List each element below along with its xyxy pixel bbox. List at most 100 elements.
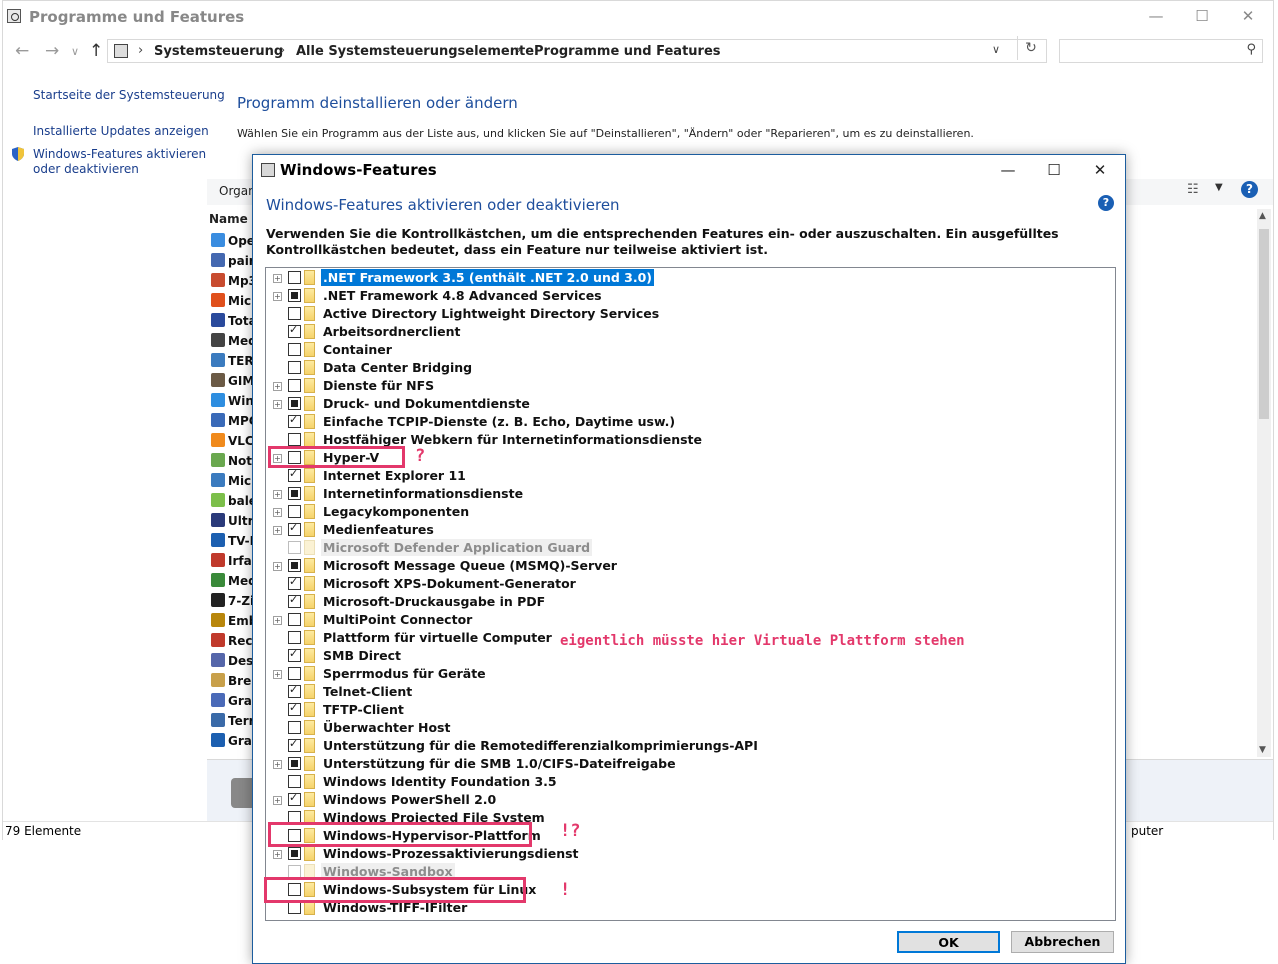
- up-arrow-icon[interactable]: ↑: [89, 41, 103, 61]
- feature-row[interactable]: Microsoft Defender Application Guard: [266, 539, 1106, 557]
- feature-row[interactable]: Internet Explorer 11: [266, 467, 1106, 485]
- forward-arrow-icon[interactable]: →: [45, 41, 59, 61]
- program-row[interactable]: Micr: [211, 473, 257, 491]
- feature-row[interactable]: + Dienste für NFS: [266, 377, 1106, 395]
- program-list-scrollbar[interactable]: ▲ ▼: [1257, 209, 1271, 757]
- help-icon[interactable]: ?: [1098, 195, 1114, 211]
- feature-row[interactable]: Einfache TCPIP-Dienste (z. B. Echo, Dayt…: [266, 413, 1106, 431]
- program-row[interactable]: Med: [211, 573, 257, 591]
- feature-checkbox[interactable]: [288, 667, 301, 680]
- feature-label[interactable]: MultiPoint Connector: [321, 611, 474, 628]
- feature-row[interactable]: Windows Identity Foundation 3.5: [266, 773, 1106, 791]
- feature-row[interactable]: Überwachter Host: [266, 719, 1106, 737]
- feature-row[interactable]: Microsoft-Druckausgabe in PDF: [266, 593, 1106, 611]
- feature-label[interactable]: Einfache TCPIP-Dienste (z. B. Echo, Dayt…: [321, 413, 677, 430]
- feature-label[interactable]: SMB Direct: [321, 647, 403, 664]
- feature-label[interactable]: Microsoft-Druckausgabe in PDF: [321, 593, 547, 610]
- feature-row[interactable]: Unterstützung für die Remotedifferenzial…: [266, 737, 1106, 755]
- feature-label[interactable]: TFTP-Client: [321, 701, 406, 718]
- feature-checkbox[interactable]: [288, 487, 301, 500]
- feature-row[interactable]: SMB Direct: [266, 647, 1106, 665]
- program-row[interactable]: TER: [211, 353, 254, 371]
- program-row[interactable]: Ope: [211, 233, 255, 251]
- program-row[interactable]: TV-I: [211, 533, 254, 551]
- feature-label[interactable]: Medienfeatures: [321, 521, 436, 538]
- feature-checkbox[interactable]: [288, 721, 301, 734]
- feature-label[interactable]: Internet Explorer 11: [321, 467, 468, 484]
- program-row[interactable]: VLC: [211, 433, 254, 451]
- expand-plus-icon[interactable]: +: [273, 490, 282, 499]
- feature-row[interactable]: + Internetinformationsdienste: [266, 485, 1106, 503]
- feature-label[interactable]: Legacykomponenten: [321, 503, 471, 520]
- feature-checkbox[interactable]: [288, 737, 301, 752]
- feature-checkbox[interactable]: [288, 521, 301, 536]
- feature-checkbox[interactable]: [288, 593, 301, 608]
- feature-checkbox[interactable]: [288, 575, 301, 590]
- feature-label[interactable]: Windows-Prozessaktivierungsdienst: [321, 845, 581, 862]
- history-dropdown-icon[interactable]: ∨: [71, 45, 79, 58]
- feature-checkbox[interactable]: [288, 343, 301, 356]
- minimize-icon[interactable]: —: [985, 155, 1031, 185]
- feature-checkbox[interactable]: [288, 847, 301, 860]
- expand-plus-icon[interactable]: +: [273, 382, 282, 391]
- feature-row[interactable]: + Microsoft Message Queue (MSMQ)-Server: [266, 557, 1106, 575]
- program-row[interactable]: Tota: [211, 313, 257, 331]
- program-row[interactable]: Ultr: [211, 513, 254, 531]
- program-row[interactable]: GIM: [211, 373, 254, 391]
- feature-label[interactable]: Plattform für virtuelle Computer: [321, 629, 554, 646]
- feature-checkbox[interactable]: [288, 559, 301, 572]
- feature-row[interactable]: + Sperrmodus für Geräte: [266, 665, 1106, 683]
- minimize-icon[interactable]: —: [1133, 1, 1179, 34]
- feature-label[interactable]: Microsoft Message Queue (MSMQ)-Server: [321, 557, 619, 574]
- feature-row[interactable]: + .NET Framework 3.5 (enthält .NET 2.0 un…: [266, 269, 1106, 287]
- feature-label[interactable]: Druck- und Dokumentdienste: [321, 395, 532, 412]
- program-row[interactable]: Gral: [211, 693, 256, 711]
- feature-label[interactable]: Microsoft XPS-Dokument-Generator: [321, 575, 578, 592]
- feature-checkbox[interactable]: [288, 757, 301, 770]
- feature-row[interactable]: Microsoft XPS-Dokument-Generator: [266, 575, 1106, 593]
- feature-label[interactable]: Active Directory Lightweight Directory S…: [321, 305, 661, 322]
- feature-checkbox[interactable]: [288, 361, 301, 374]
- breadcrumb-alle-elemente[interactable]: Alle Systemsteuerungselemente: [296, 44, 534, 59]
- breadcrumb-programme[interactable]: Programme und Features: [534, 44, 721, 59]
- feature-checkbox[interactable]: [288, 505, 301, 518]
- feature-label[interactable]: .NET Framework 4.8 Advanced Services: [321, 287, 604, 304]
- program-row[interactable]: Gral: [211, 733, 256, 751]
- program-row[interactable]: Terr: [211, 713, 255, 731]
- program-row[interactable]: Rec: [211, 633, 253, 651]
- expand-plus-icon[interactable]: +: [273, 526, 282, 535]
- expand-plus-icon[interactable]: +: [273, 796, 282, 805]
- program-row[interactable]: MPC: [211, 413, 258, 431]
- sidebar-features-link-line2[interactable]: oder deaktivieren: [33, 162, 139, 177]
- feature-label[interactable]: Sperrmodus für Geräte: [321, 665, 488, 682]
- scroll-down-icon[interactable]: ▼: [1259, 745, 1266, 755]
- feature-checkbox[interactable]: [288, 701, 301, 716]
- refresh-icon[interactable]: ↻: [1017, 36, 1044, 60]
- program-row[interactable]: Irfa: [211, 553, 252, 571]
- feature-label[interactable]: Telnet-Client: [321, 683, 414, 700]
- feature-label[interactable]: Container: [321, 341, 394, 358]
- feature-label[interactable]: Windows PowerShell 2.0: [321, 791, 498, 808]
- feature-label[interactable]: Unterstützung für die Remotedifferenzial…: [321, 737, 760, 754]
- feature-label[interactable]: Microsoft Defender Application Guard: [321, 539, 593, 556]
- feature-row[interactable]: + Medienfeatures: [266, 521, 1106, 539]
- feature-checkbox[interactable]: [288, 791, 301, 806]
- expand-plus-icon[interactable]: +: [273, 562, 282, 571]
- feature-row[interactable]: Telnet-Client: [266, 683, 1106, 701]
- breadcrumb-systemsteuerung[interactable]: Systemsteuerung: [154, 44, 283, 59]
- program-row[interactable]: bale: [211, 493, 257, 511]
- feature-checkbox[interactable]: [288, 397, 301, 410]
- feature-label[interactable]: Internetinformationsdienste: [321, 485, 525, 502]
- feature-label[interactable]: Arbeitsordnerclient: [321, 323, 463, 340]
- program-row[interactable]: Mp3: [211, 273, 257, 291]
- feature-row[interactable]: + MultiPoint Connector: [266, 611, 1106, 629]
- feature-checkbox[interactable]: [288, 379, 301, 392]
- feature-checkbox[interactable]: [288, 271, 301, 284]
- feature-row[interactable]: TFTP-Client: [266, 701, 1106, 719]
- scroll-up-icon[interactable]: ▲: [1259, 211, 1266, 221]
- expand-plus-icon[interactable]: +: [273, 850, 282, 859]
- program-row[interactable]: pair: [211, 253, 255, 271]
- address-box[interactable]: › Systemsteuerung › Alle Systemsteuerung…: [107, 39, 1047, 63]
- view-dropdown-icon[interactable]: ▼: [1215, 182, 1223, 193]
- sidebar-home-link[interactable]: Startseite der Systemsteuerung: [33, 88, 225, 103]
